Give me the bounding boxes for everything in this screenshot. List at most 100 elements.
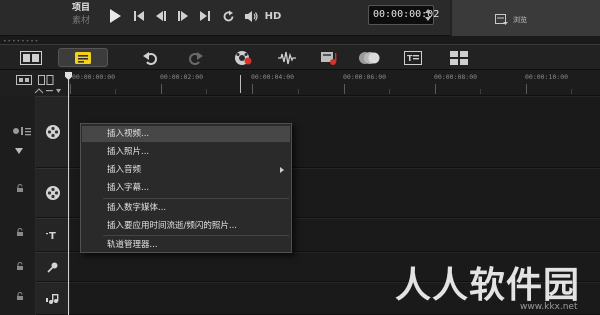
browse-button[interactable]: 浏览 <box>495 14 527 26</box>
ruler-tick <box>161 84 162 94</box>
mode-switch: 项目 素材 <box>72 2 102 28</box>
track-lock-icon[interactable] <box>16 228 24 236</box>
auto-music-button[interactable] <box>318 48 340 67</box>
record-capture-icon <box>235 50 252 65</box>
ruler-tick <box>344 84 345 94</box>
repeat-icon <box>223 10 233 21</box>
hd-toggle[interactable]: HD <box>264 7 282 25</box>
repeat-button[interactable] <box>220 7 236 25</box>
browse-icon <box>495 14 508 25</box>
ruler-tick <box>526 84 527 94</box>
motion-tracking-button[interactable] <box>356 48 382 67</box>
browse-label: 浏览 <box>513 16 527 24</box>
prev-frame-icon <box>156 11 166 21</box>
timeline-view-button[interactable] <box>58 48 108 67</box>
multi-camera-button[interactable] <box>448 48 470 67</box>
title-track-header[interactable]: T <box>36 218 70 252</box>
menu-item-insert-digital-media[interactable]: 插入数字媒体... <box>82 200 290 216</box>
ruler-tick-label: 00:00:06:00 <box>343 73 387 81</box>
ruler-minor-tick <box>206 89 207 94</box>
multi-camera-icon <box>450 50 468 65</box>
submenu-arrow-icon <box>280 167 284 173</box>
ruler-minor-tick <box>298 89 299 94</box>
redo-button[interactable] <box>186 48 206 67</box>
track-manager-icon[interactable] <box>38 75 54 85</box>
next-frame-button[interactable] <box>176 7 190 25</box>
time-ruler[interactable]: 00:00:00:00 00:00:02:00 00:00:04:00 00:0… <box>70 70 600 96</box>
menu-separator <box>103 235 289 236</box>
track-lock-icon[interactable] <box>16 262 24 270</box>
ruler-minor-tick <box>389 89 390 94</box>
sound-mixer-button[interactable] <box>276 48 298 67</box>
track-controls-rail <box>0 96 36 315</box>
svg-text:T: T <box>407 54 413 63</box>
storyboard-view-button[interactable] <box>16 48 46 67</box>
volume-button[interactable] <box>242 7 260 25</box>
menu-item-insert-time-lapse-photo[interactable]: 插入要应用时间流逝/频闪的照片... <box>82 218 290 234</box>
ruler-tick-label: 00:00:04:00 <box>251 73 295 81</box>
filmstrip-icon <box>20 50 42 65</box>
ruler-tick <box>252 84 253 94</box>
ruler-tools <box>0 70 70 96</box>
subtitle-editor-icon: T <box>404 50 422 65</box>
clip-mode-label[interactable]: 素材 <box>72 15 102 28</box>
menu-separator <box>103 198 289 199</box>
to-start-button[interactable] <box>132 7 146 25</box>
timecode-display[interactable]: 00:00:00:02 <box>368 5 439 25</box>
music-note-icon <box>46 293 59 304</box>
sound-mixer-icon <box>278 51 296 64</box>
menu-item-label: 插入音频 <box>107 165 142 175</box>
overlay-track-header[interactable] <box>36 168 70 218</box>
volume-icon <box>244 10 258 22</box>
cue-marker[interactable] <box>240 75 241 93</box>
undo-button[interactable] <box>140 48 160 67</box>
chapter-point-icon[interactable] <box>34 87 62 95</box>
play-button[interactable] <box>106 7 124 25</box>
project-mode-label[interactable]: 项目 <box>72 2 102 15</box>
video-track-header[interactable] <box>36 96 70 168</box>
menu-item-insert-video[interactable]: 插入视频... <box>82 126 290 142</box>
undo-icon <box>143 51 157 65</box>
voice-track-header[interactable] <box>36 252 70 282</box>
ruler-tick <box>435 84 436 94</box>
title-track-icon: T <box>46 231 56 241</box>
track-visibility-icon[interactable] <box>12 126 32 136</box>
timecode-stepper-icon[interactable] <box>425 8 431 22</box>
record-capture-button[interactable] <box>232 48 254 67</box>
playhead-line[interactable] <box>68 79 69 315</box>
panel-splitter[interactable] <box>0 36 600 44</box>
music-track-header[interactable] <box>36 282 70 315</box>
motion-tracking-icon <box>359 51 380 64</box>
show-all-tracks-icon[interactable] <box>16 75 32 85</box>
ruler-tick-label: 00:00:00:00 <box>72 73 116 81</box>
play-icon <box>110 9 121 23</box>
to-end-button[interactable] <box>198 7 212 25</box>
menu-item-insert-audio[interactable]: 插入音频 <box>82 162 290 178</box>
svg-text:T: T <box>49 231 56 241</box>
watermark-logo: 人人软件园 <box>395 265 581 306</box>
watermark-url: www.kkx.net <box>520 302 578 312</box>
prev-frame-button[interactable] <box>154 7 168 25</box>
ruler-tick-label: 00:00:02:00 <box>160 73 204 81</box>
overlay-track-icon <box>46 186 60 200</box>
microphone-icon <box>47 262 58 273</box>
video-track-icon <box>46 125 60 139</box>
menu-item-insert-photo[interactable]: 插入照片... <box>82 144 290 160</box>
to-start-icon <box>134 11 144 21</box>
track-lock-icon[interactable] <box>16 292 24 300</box>
redo-icon <box>189 51 203 65</box>
next-frame-icon <box>178 11 188 21</box>
ruler-minor-tick <box>115 89 116 94</box>
collapse-arrow-icon[interactable] <box>15 148 23 154</box>
ruler-tick-label: 00:00:10:00 <box>525 73 569 81</box>
track-headers: T <box>36 96 70 315</box>
menu-item-track-manager[interactable]: 轨道管理器... <box>82 237 290 253</box>
ruler-minor-tick <box>480 89 481 94</box>
menu-item-insert-title[interactable]: 插入字幕... <box>82 180 290 196</box>
subtitle-editor-button[interactable]: T <box>402 48 424 67</box>
ruler-tick <box>70 84 71 94</box>
ruler-minor-tick <box>571 89 572 94</box>
context-menu: 插入视频... 插入照片... 插入音频 插入字幕... 插入数字媒体... 插… <box>80 123 292 253</box>
timeline-view-icon <box>75 51 91 64</box>
track-lock-icon[interactable] <box>16 184 24 192</box>
